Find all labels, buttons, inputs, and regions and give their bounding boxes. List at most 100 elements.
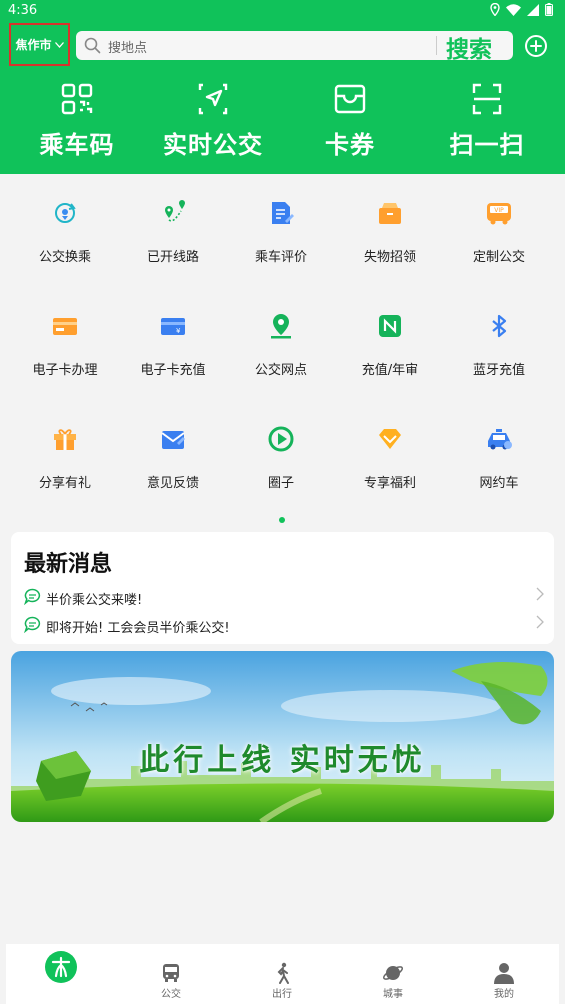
service-label: 蓝牙充值: [472, 363, 525, 378]
bus-icon: [163, 964, 179, 982]
quick-scan[interactable]: 扫一扫: [417, 80, 557, 160]
custom-bus-icon: VIP: [487, 203, 511, 225]
service-transfer[interactable]: 公交换乘: [11, 193, 119, 265]
search-input[interactable]: 搜地点: [108, 37, 147, 56]
service-review[interactable]: 乘车评价: [227, 193, 335, 265]
chat-bubble-icon: [24, 588, 41, 605]
promo-banner[interactable]: 此行上线 实时无忧: [11, 651, 554, 822]
service-ecard-recharge[interactable]: ¥ 电子卡充值: [119, 306, 227, 378]
service-label: 意见反馈: [146, 476, 199, 491]
status-time: 4:36: [8, 3, 38, 18]
city-name: 焦作市: [15, 38, 52, 52]
tab-city-events[interactable]: 城事: [338, 944, 448, 1000]
circle-play-icon: [268, 426, 294, 452]
route-icon: [165, 200, 185, 222]
battery-icon: [545, 3, 553, 16]
service-label: 已开线路: [146, 250, 199, 265]
service-circle[interactable]: 圈子: [227, 419, 335, 491]
city-selector[interactable]: 焦作市: [9, 23, 70, 66]
service-label: 乘车评价: [254, 250, 307, 265]
service-nfc-recharge[interactable]: 充值/年审: [336, 306, 444, 378]
service-ride-hailing[interactable]: 网约车: [445, 419, 553, 491]
page-indicator-dot: [279, 517, 285, 523]
home-logo-icon: [45, 951, 77, 983]
banner-slogan: 此行上线 实时无忧: [139, 743, 426, 778]
planet-icon: [382, 966, 404, 980]
tab-travel[interactable]: 出行: [227, 944, 337, 1000]
quick-realtime-bus[interactable]: 实时公交: [143, 80, 283, 160]
tab-me[interactable]: 我的: [449, 944, 559, 1000]
tab-label: 我的: [494, 989, 514, 1000]
service-label: 充值/年审: [361, 363, 419, 378]
quick-label: 卡券: [325, 131, 375, 159]
quick-coupons[interactable]: 卡券: [280, 80, 420, 160]
quick-label: 扫一扫: [449, 131, 525, 159]
review-icon: [272, 202, 294, 224]
location-pin-icon: [271, 314, 291, 339]
svg-text:VIP: VIP: [494, 207, 504, 214]
bottom-tab-bar: 公交 出行 城事 我的: [6, 944, 559, 1004]
service-feedback[interactable]: 意见反馈: [119, 419, 227, 491]
qr-code-icon: [61, 83, 93, 115]
search-button[interactable]: 搜索: [446, 30, 492, 64]
service-label: 专享福利: [363, 476, 416, 491]
quick-label: 乘车码: [39, 131, 115, 159]
service-label: 公交换乘: [38, 250, 91, 265]
signal-icon: [527, 3, 539, 16]
service-label: 定制公交: [472, 250, 525, 265]
service-custom-bus[interactable]: VIP 定制公交: [445, 193, 553, 265]
svg-text:¥: ¥: [176, 327, 181, 335]
gift-icon: [54, 429, 76, 450]
walking-icon: [277, 962, 289, 984]
service-exclusive-benefits[interactable]: 专享福利: [336, 419, 444, 491]
ecard-icon: [53, 318, 77, 335]
bluetooth-icon: [492, 314, 507, 338]
search-icon: [84, 37, 101, 54]
service-label: 失物招领: [363, 250, 416, 265]
navigation-arrow-icon: [198, 83, 228, 115]
search-bar[interactable]: 搜地点 搜索: [76, 31, 513, 63]
coupon-icon: [334, 84, 366, 114]
service-label: 网约车: [479, 476, 519, 491]
chevron-down-icon: [54, 41, 64, 48]
service-outlets[interactable]: 公交网点: [227, 306, 335, 378]
service-share-gift[interactable]: 分享有礼: [11, 419, 119, 491]
chevron-right-icon: [536, 587, 544, 601]
scan-icon: [472, 83, 502, 115]
news-card: 最新消息 半价乘公交来喽! 即将开始! 工会会员半价乘公交!: [11, 532, 554, 644]
service-bluetooth[interactable]: 蓝牙充值: [445, 306, 553, 378]
status-bar: 4:36: [0, 0, 565, 22]
tab-label: 公交: [161, 989, 181, 1000]
chat-bubble-icon: [24, 616, 41, 633]
service-ecard[interactable]: 电子卡办理: [11, 306, 119, 378]
tab-label: 出行: [272, 989, 292, 1000]
add-circle-icon[interactable]: [524, 34, 548, 58]
service-lost-found[interactable]: 失物招领: [336, 193, 444, 265]
chevron-right-icon: [536, 615, 544, 629]
service-label: 分享有礼: [38, 476, 91, 491]
diamond-icon: [379, 429, 401, 449]
header: 4:36 焦作市 搜地点 搜索 乘车码 实时公交 卡券 扫一扫: [0, 0, 565, 174]
service-label: 公交网点: [254, 363, 307, 378]
person-icon: [494, 963, 514, 984]
quick-ride-code[interactable]: 乘车码: [7, 80, 147, 160]
service-label: 电子卡充值: [140, 363, 206, 378]
service-label: 电子卡办理: [32, 363, 98, 378]
news-item-text: 半价乘公交来喽!: [46, 593, 143, 608]
service-label: 圈子: [267, 476, 294, 491]
transfer-icon: [55, 203, 76, 223]
news-title: 最新消息: [24, 552, 113, 577]
service-routes[interactable]: 已开线路: [119, 193, 227, 265]
tab-home[interactable]: [6, 944, 116, 985]
news-item[interactable]: 半价乘公交来喽!: [24, 587, 544, 609]
location-status-icon: [490, 3, 500, 16]
nfc-icon: [379, 315, 401, 337]
tab-bus[interactable]: 公交: [116, 944, 226, 1000]
quick-label: 实时公交: [163, 131, 263, 159]
news-item[interactable]: 即将开始! 工会会员半价乘公交!: [24, 615, 544, 637]
feedback-mail-icon: [161, 431, 185, 449]
tab-label: 城事: [383, 989, 403, 1000]
lost-found-icon: [379, 203, 401, 224]
search-divider: [436, 36, 437, 55]
news-item-text: 即将开始! 工会会员半价乘公交!: [46, 621, 230, 636]
